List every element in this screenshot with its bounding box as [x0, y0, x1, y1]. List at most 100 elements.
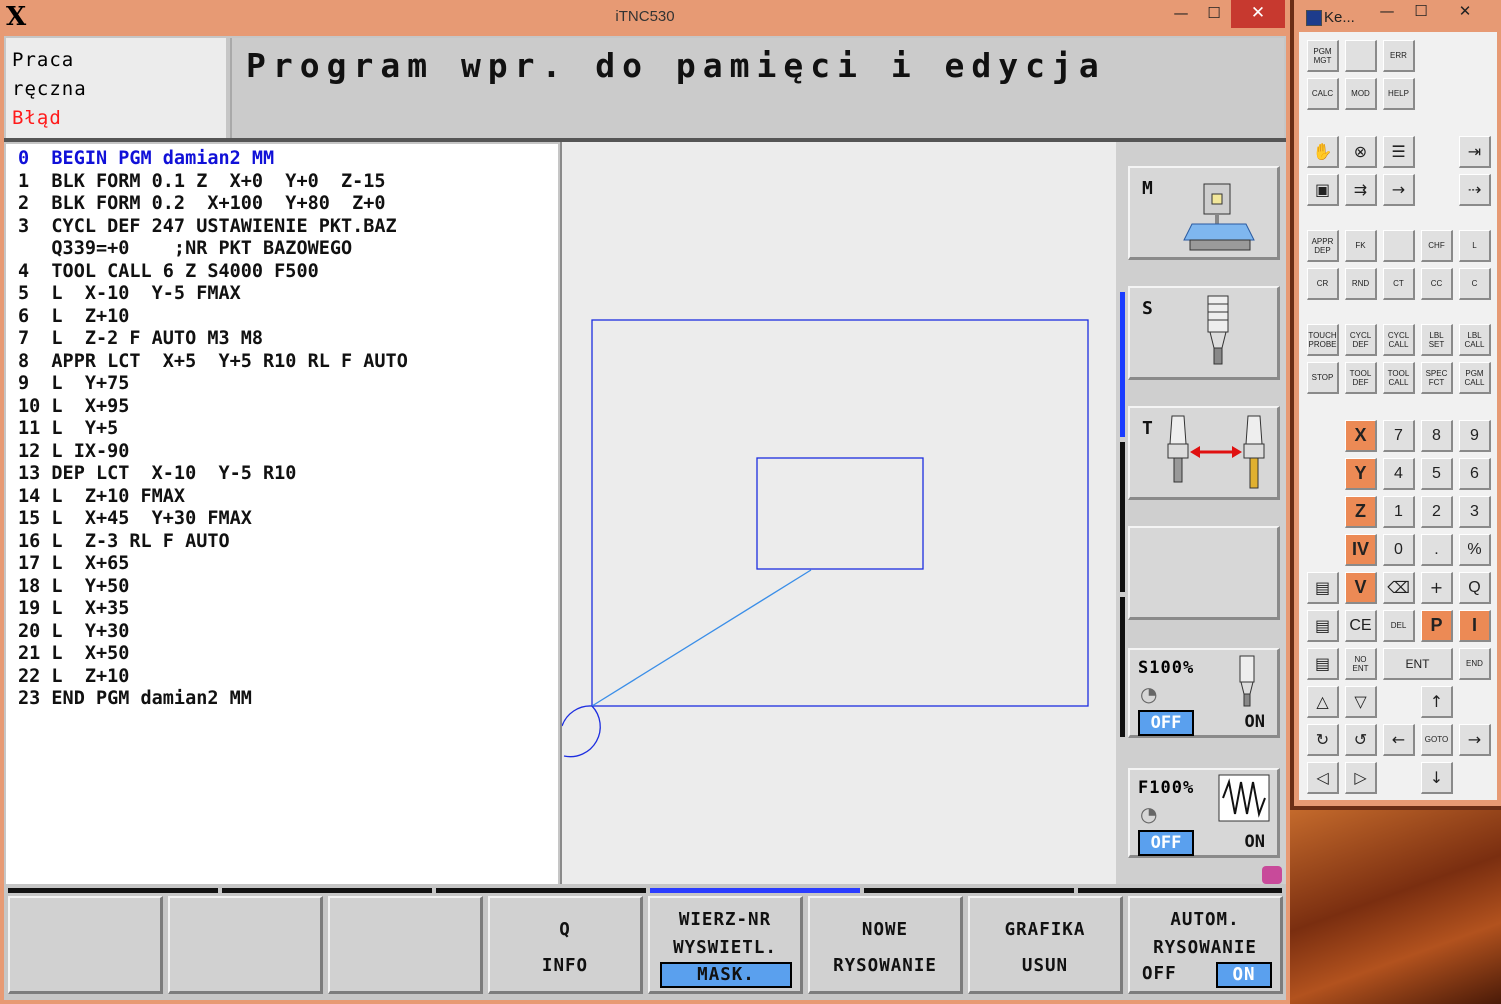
keyboard-key[interactable]: PGM MGT	[1307, 40, 1339, 72]
feed-override-on[interactable]: ON	[1245, 832, 1265, 852]
program-line[interactable]: 7 L Z-2 F AUTO M3 M8	[18, 328, 263, 349]
program-line[interactable]: 14 L Z+10 FMAX	[18, 486, 185, 507]
triangle-up-icon[interactable]: △	[1307, 686, 1339, 718]
digit-key[interactable]: 3	[1459, 496, 1491, 528]
keyboard-key[interactable]: CC	[1421, 268, 1453, 300]
keyboard-key[interactable]: L	[1459, 230, 1491, 262]
backspace-key-icon[interactable]: ⌫	[1383, 572, 1415, 604]
keyboard-key[interactable]: I	[1459, 610, 1491, 642]
keyboard-key[interactable]: CE	[1345, 610, 1377, 642]
page-down-key-icon[interactable]: ▤	[1307, 648, 1339, 680]
softkey-clear-graphics[interactable]: GRAFIKA USUN	[968, 896, 1123, 994]
program-line[interactable]: 11 L Y+5	[18, 418, 118, 439]
axis-key[interactable]: V	[1345, 572, 1377, 604]
keyboard-key[interactable]: SPEC FCT	[1421, 362, 1453, 394]
auto-drawing-off[interactable]: OFF	[1142, 964, 1177, 984]
empty-side-key[interactable]	[1128, 526, 1280, 620]
digit-key[interactable]: .	[1421, 534, 1453, 566]
softkey-new-drawing[interactable]: NOWE RYSOWANIE	[808, 896, 963, 994]
digit-key[interactable]: 4	[1383, 458, 1415, 490]
program-list-key-icon[interactable]: ▤	[1307, 572, 1339, 604]
digit-key[interactable]: 2	[1421, 496, 1453, 528]
keyboard-key[interactable]: FK	[1345, 230, 1377, 262]
triangle-left-icon[interactable]: ◁	[1307, 762, 1339, 794]
softkey-q-info[interactable]: Q INFO	[488, 896, 643, 994]
machine-mode-key-icon[interactable]: ⇢	[1459, 174, 1491, 206]
program-line[interactable]: 12 L IX-90	[18, 441, 129, 462]
digit-key[interactable]: 6	[1459, 458, 1491, 490]
keyboard-key[interactable]: CALC	[1307, 78, 1339, 110]
program-line[interactable]: 23 END PGM damian2 MM	[18, 688, 252, 709]
close-button[interactable]: ✕	[1231, 0, 1285, 28]
arrow-down-icon[interactable]: ↓	[1421, 762, 1453, 794]
spindle-override-key[interactable]: S100% ◔ OFF ON	[1128, 648, 1280, 738]
program-line[interactable]: 21 L X+50	[18, 643, 129, 664]
rotate-ccw-icon[interactable]: ↺	[1345, 724, 1377, 756]
machine-mode-key-icon[interactable]: ⇉	[1345, 174, 1377, 206]
auto-drawing-on[interactable]: ON	[1216, 962, 1272, 988]
keyboard-key[interactable]: END	[1459, 648, 1491, 680]
machine-mode-key-icon[interactable]: ⇥	[1459, 136, 1491, 168]
t-function-key[interactable]: T	[1128, 406, 1280, 500]
digit-key[interactable]: 8	[1421, 420, 1453, 452]
machine-mode-key-icon[interactable]: ⊗	[1345, 136, 1377, 168]
machine-mode-key-icon[interactable]: ☰	[1383, 136, 1415, 168]
keyboard-key[interactable]: APPR DEP	[1307, 230, 1339, 262]
keyboard-key[interactable]: RND	[1345, 268, 1377, 300]
program-line[interactable]: 18 L Y+50	[18, 576, 129, 597]
arrow-up-icon[interactable]: ↑	[1421, 686, 1453, 718]
keyboard-key[interactable]: PGM CALL	[1459, 362, 1491, 394]
program-line[interactable]: 10 L X+95	[18, 396, 129, 417]
keyboard-key[interactable]: C	[1459, 268, 1491, 300]
keyboard-key[interactable]: MOD	[1345, 78, 1377, 110]
program-line[interactable]: 9 L Y+75	[18, 373, 129, 394]
program-line[interactable]: 8 APPR LCT X+5 Y+5 R10 RL F AUTO	[18, 351, 408, 372]
softkey-1[interactable]	[8, 896, 163, 994]
program-line[interactable]: 0 BEGIN PGM damian2 MM	[18, 148, 274, 169]
keyboard-key[interactable]: LBL SET	[1421, 324, 1453, 356]
axis-key[interactable]: X	[1345, 420, 1377, 452]
keyboard-key[interactable]: TOOL CALL	[1383, 362, 1415, 394]
softkey-3[interactable]	[328, 896, 483, 994]
keyboard-key[interactable]: HELP	[1383, 78, 1415, 110]
feed-override-off[interactable]: OFF	[1138, 830, 1194, 856]
triangle-down-icon[interactable]: ▽	[1345, 686, 1377, 718]
decimal-key-icon[interactable]: +	[1421, 572, 1453, 604]
axis-key[interactable]: Z	[1345, 496, 1377, 528]
program-line[interactable]: 16 L Z-3 RL F AUTO	[18, 531, 230, 552]
keyboard-close-button[interactable]: ✕	[1450, 2, 1480, 20]
keyboard-key[interactable]: CR	[1307, 268, 1339, 300]
program-line[interactable]: 5 L X-10 Y-5 FMAX	[18, 283, 241, 304]
maximize-button[interactable]: ☐	[1196, 0, 1232, 28]
program-line[interactable]: 20 L Y+30	[18, 621, 129, 642]
page-up-key-icon[interactable]: ▤	[1307, 610, 1339, 642]
keyboard-key[interactable]	[1345, 40, 1377, 72]
keyboard-key[interactable]: CHF	[1421, 230, 1453, 262]
program-line[interactable]: 4 TOOL CALL 6 Z S4000 F500	[18, 261, 319, 282]
machine-mode-key-icon[interactable]: ✋	[1307, 136, 1339, 168]
keyboard-key[interactable]: CYCL DEF	[1345, 324, 1377, 356]
keyboard-key[interactable]: STOP	[1307, 362, 1339, 394]
triangle-right-icon[interactable]: ▷	[1345, 762, 1377, 794]
digit-key[interactable]: %	[1459, 534, 1491, 566]
keyboard-key[interactable]: TOUCH PROBE	[1307, 324, 1339, 356]
digit-key[interactable]: 1	[1383, 496, 1415, 528]
program-line[interactable]: 6 L Z+10	[18, 306, 129, 327]
program-line[interactable]: 17 L X+65	[18, 553, 129, 574]
softkey-block-number[interactable]: WIERZ-NR WYSWIETL. MASK.	[648, 896, 803, 994]
keyboard-key[interactable]: CYCL CALL	[1383, 324, 1415, 356]
minimize-button[interactable]: —	[1163, 0, 1199, 28]
program-line[interactable]: 3 CYCL DEF 247 USTAWIENIE PKT.BAZ	[18, 216, 397, 237]
machine-mode-key-icon[interactable]: →	[1383, 174, 1415, 206]
keyboard-key[interactable]: ERR	[1383, 40, 1415, 72]
ent-key[interactable]: ENT	[1383, 648, 1453, 680]
rotate-cw-icon[interactable]: ↻	[1307, 724, 1339, 756]
softkey-2[interactable]	[168, 896, 323, 994]
graphics-view[interactable]	[560, 142, 1118, 884]
keyboard-key[interactable]: NO ENT	[1345, 648, 1377, 680]
arrow-right-icon[interactable]: →	[1459, 724, 1491, 756]
axis-key[interactable]: IV	[1345, 534, 1377, 566]
m-function-key[interactable]: M	[1128, 166, 1280, 260]
machine-mode-key-icon[interactable]: ▣	[1307, 174, 1339, 206]
keyboard-key[interactable]: LBL CALL	[1459, 324, 1491, 356]
